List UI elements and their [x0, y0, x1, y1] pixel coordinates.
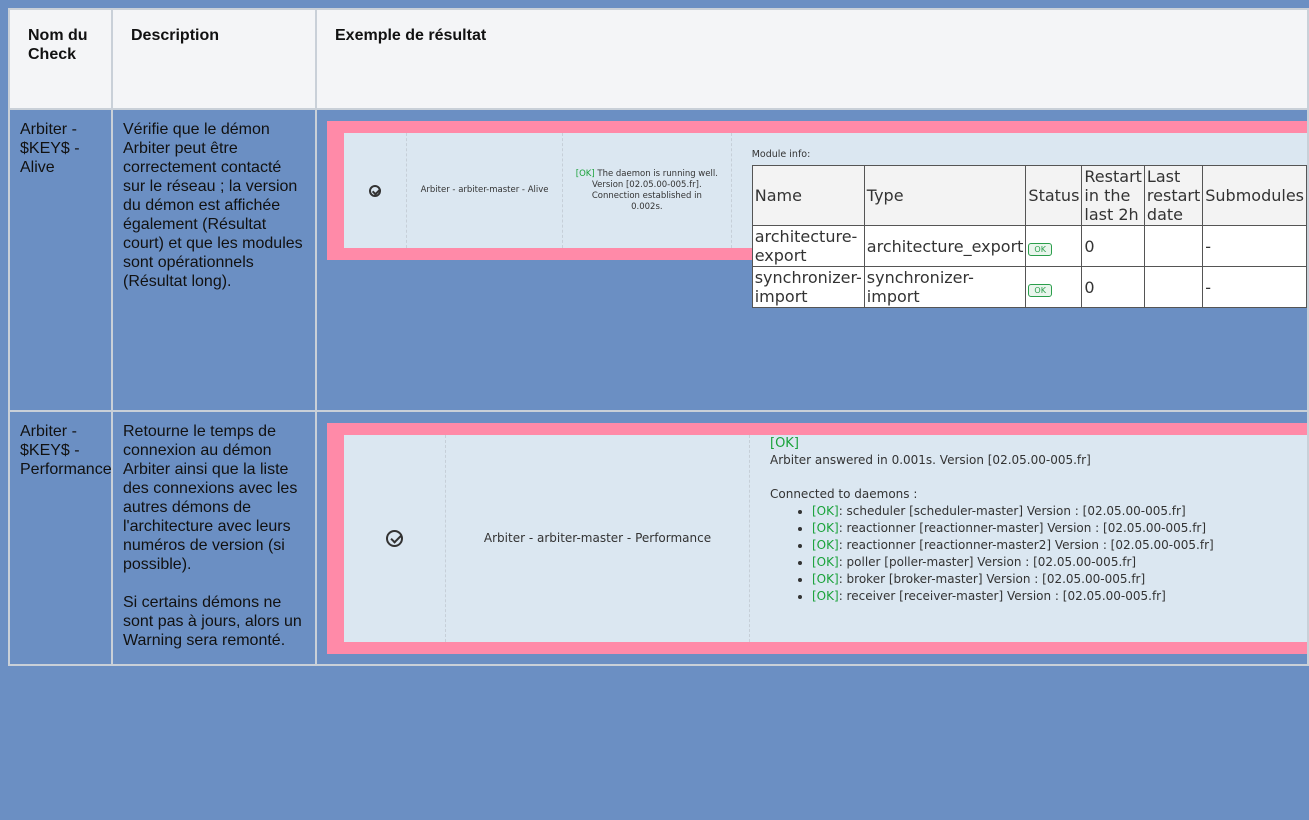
- example-screenshot: Arbiter - arbiter-master - Alive [OK] Th…: [344, 133, 1307, 308]
- table-row: Arbiter - $KEY$ - Performance Retourne l…: [8, 410, 1309, 666]
- answer-line: Arbiter answered in 0.001s. Version [02.…: [770, 453, 1091, 467]
- example-long-output: Module info: Name Type Status Restart in…: [732, 133, 1307, 308]
- module-header: Name: [751, 165, 865, 226]
- description-paragraph: Retourne le temps de connexion au démon …: [123, 423, 298, 573]
- module-header: Restart in the last 2h: [1081, 165, 1145, 226]
- check-circle-icon: [369, 184, 382, 197]
- header-check-name: Nom du Check: [8, 8, 113, 110]
- list-item: [OK]: reactionner [reactionner-master2] …: [812, 537, 1214, 554]
- ok-tag: [OK]: [770, 436, 799, 451]
- example-screenshot-frame: Arbiter - arbiter-master - Performance […: [327, 423, 1307, 654]
- module-row: architecture-export architecture_export …: [751, 225, 1307, 267]
- example-output: [OK] Arbiter answered in 0.001s. Version…: [750, 435, 1307, 642]
- module-header: Type: [863, 165, 1027, 226]
- list-item: [OK]: broker [broker-master] Version : […: [812, 571, 1214, 588]
- list-item: [OK]: poller [poller-master] Version : […: [812, 554, 1214, 571]
- short-output-text: The daemon is running well. Version [02.…: [591, 168, 718, 212]
- module-header: Status: [1025, 165, 1083, 226]
- example-screenshot-frame: Arbiter - arbiter-master - Alive [OK] Th…: [327, 121, 1307, 308]
- module-table: Name Type Status Restart in the last 2h …: [751, 165, 1307, 308]
- table-row: Arbiter - $KEY$ - Alive Vérifie que le d…: [8, 108, 1309, 412]
- example-check-name: Arbiter - arbiter-master - Alive: [407, 133, 563, 248]
- list-item: [OK]: receiver [receiver-master] Version…: [812, 588, 1214, 605]
- row-example: Arbiter - arbiter-master - Alive [OK] Th…: [315, 108, 1309, 412]
- example-screenshot: Arbiter - arbiter-master - Performance […: [344, 435, 1307, 642]
- header-example: Exemple de résultat: [315, 8, 1309, 110]
- description-paragraph: Vérifie que le démon Arbiter peut être c…: [123, 121, 303, 290]
- header-description: Description: [111, 8, 317, 110]
- table-header-row: Nom du Check Description Exemple de résu…: [8, 8, 1309, 110]
- check-circle-icon: [386, 530, 403, 547]
- list-item: [OK]: scheduler [scheduler-master] Versi…: [812, 503, 1214, 520]
- connected-title: Connected to daemons :: [770, 487, 918, 501]
- row-check-name: Arbiter - $KEY$ - Alive: [8, 108, 113, 412]
- module-row: synchronizer-import synchronizer-import …: [751, 266, 1307, 308]
- description-paragraph: Si certains démons ne sont pas à jours, …: [123, 594, 302, 649]
- list-item: [OK]: reactionner [reactionner-master] V…: [812, 520, 1214, 537]
- row-check-name: Arbiter - $KEY$ - Performance: [8, 410, 113, 666]
- status-badge: OK: [1028, 242, 1052, 256]
- ok-tag: [OK]: [575, 168, 595, 179]
- row-description: Retourne le temps de connexion au démon …: [111, 410, 317, 666]
- status-badge: OK: [1028, 283, 1052, 297]
- row-example: Arbiter - arbiter-master - Performance […: [315, 410, 1309, 666]
- module-header: Last restart date: [1143, 165, 1204, 226]
- module-header: Submodules: [1202, 165, 1307, 226]
- module-info-title: Module info:: [751, 149, 811, 160]
- example-short-output: [OK] The daemon is running well. Version…: [563, 133, 732, 248]
- example-check-name: Arbiter - arbiter-master - Performance: [446, 435, 750, 642]
- daemon-list: [OK]: scheduler [scheduler-master] Versi…: [770, 503, 1214, 605]
- check-table: Nom du Check Description Exemple de résu…: [8, 8, 1309, 666]
- row-description: Vérifie que le démon Arbiter peut être c…: [111, 108, 317, 412]
